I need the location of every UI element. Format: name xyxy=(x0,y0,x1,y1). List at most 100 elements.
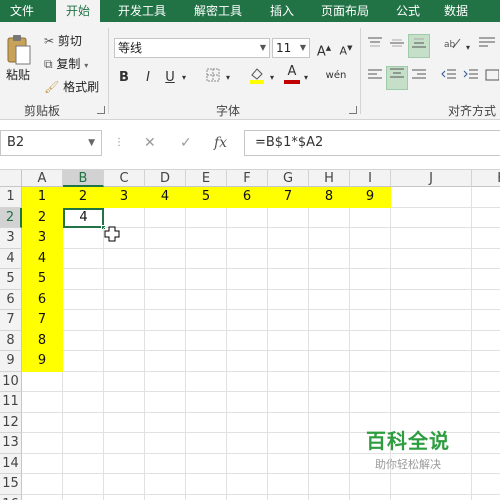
cell-k11[interactable] xyxy=(472,392,500,413)
cell-g15[interactable] xyxy=(268,474,309,495)
cell-b9[interactable] xyxy=(63,351,104,372)
shrink-font-button[interactable]: A▼ xyxy=(338,38,354,58)
cell-g4[interactable] xyxy=(268,248,309,269)
cell-d11[interactable] xyxy=(145,392,186,413)
cell-g8[interactable] xyxy=(268,330,309,351)
cell-j2[interactable] xyxy=(391,207,472,228)
cell-e6[interactable] xyxy=(186,289,227,310)
font-color-icon[interactable]: A xyxy=(284,64,300,84)
cell-h8[interactable] xyxy=(309,330,350,351)
cell-k15[interactable] xyxy=(472,474,500,495)
merge-center-icon[interactable] xyxy=(484,68,500,88)
cell-i1[interactable]: 9 xyxy=(350,187,391,208)
cell-f14[interactable] xyxy=(227,453,268,474)
row-header-5[interactable]: 5 xyxy=(0,269,22,290)
paste-icon[interactable] xyxy=(6,34,32,66)
formula-input[interactable]: =B$1*$A2 xyxy=(244,130,500,156)
cell-a3[interactable]: 3 xyxy=(22,228,63,249)
select-all-corner[interactable] xyxy=(0,170,22,187)
active-cell[interactable]: 4 xyxy=(63,207,104,228)
cell-j9[interactable] xyxy=(391,351,472,372)
row-header-14[interactable]: 14 xyxy=(0,453,22,474)
cell-j8[interactable] xyxy=(391,330,472,351)
cell-f1[interactable]: 6 xyxy=(227,187,268,208)
column-header-j[interactable]: J xyxy=(391,170,472,187)
column-header-a[interactable]: A xyxy=(22,170,63,187)
cell-g7[interactable] xyxy=(268,310,309,331)
cell-h13[interactable] xyxy=(309,433,350,454)
cell-a15[interactable] xyxy=(22,474,63,495)
align-right-icon[interactable] xyxy=(410,68,428,88)
column-header-f[interactable]: F xyxy=(227,170,268,187)
cell-b14[interactable] xyxy=(63,453,104,474)
cell-g13[interactable] xyxy=(268,433,309,454)
cell-g9[interactable] xyxy=(268,351,309,372)
cell-a9[interactable]: 9 xyxy=(22,351,63,372)
cell-j6[interactable] xyxy=(391,289,472,310)
cell-f2[interactable] xyxy=(227,207,268,228)
borders-icon[interactable] xyxy=(204,68,222,88)
cell-f13[interactable] xyxy=(227,433,268,454)
cell-i4[interactable] xyxy=(350,248,391,269)
cell-h4[interactable] xyxy=(309,248,350,269)
cell-d1[interactable]: 4 xyxy=(145,187,186,208)
column-header-g[interactable]: G xyxy=(268,170,309,187)
cell-j5[interactable] xyxy=(391,269,472,290)
cell-d2[interactable] xyxy=(145,207,186,228)
cell-b15[interactable] xyxy=(63,474,104,495)
cell-d16[interactable] xyxy=(145,494,186,500)
cell-b5[interactable] xyxy=(63,269,104,290)
cell-i7[interactable] xyxy=(350,310,391,331)
cell-d12[interactable] xyxy=(145,412,186,433)
paste-button[interactable]: 粘贴 xyxy=(6,66,30,83)
row-header-9[interactable]: 9 xyxy=(0,351,22,372)
column-header-i[interactable]: I xyxy=(350,170,391,187)
cell-e9[interactable] xyxy=(186,351,227,372)
cell-j15[interactable] xyxy=(391,474,472,495)
cell-c12[interactable] xyxy=(104,412,145,433)
chevron-down-icon[interactable]: ▾ xyxy=(302,68,310,88)
cell-h5[interactable] xyxy=(309,269,350,290)
cell-a12[interactable] xyxy=(22,412,63,433)
cell-k1[interactable] xyxy=(472,187,500,208)
cell-i2[interactable] xyxy=(350,207,391,228)
cell-f5[interactable] xyxy=(227,269,268,290)
column-header-b[interactable]: B xyxy=(63,170,104,187)
cell-k4[interactable] xyxy=(472,249,500,269)
row-header-11[interactable]: 11 xyxy=(0,392,22,413)
font-size-select[interactable]: 11 ▼ xyxy=(272,38,310,58)
cell-k9[interactable] xyxy=(472,351,500,372)
name-box[interactable]: B2 ▼ xyxy=(0,130,102,156)
cell-e3[interactable] xyxy=(186,228,227,249)
cell-c13[interactable] xyxy=(104,433,145,454)
font-launcher-icon[interactable] xyxy=(349,106,357,114)
cell-j1[interactable] xyxy=(391,187,472,208)
tab-data[interactable]: 数据 xyxy=(436,0,476,22)
cell-f15[interactable] xyxy=(227,474,268,495)
cell-a1[interactable]: 1 xyxy=(22,187,63,208)
cell-e11[interactable] xyxy=(186,392,227,413)
cell-e2[interactable] xyxy=(186,207,227,228)
cell-f6[interactable] xyxy=(227,289,268,310)
cell-j3[interactable] xyxy=(391,228,472,249)
cell-h1[interactable]: 8 xyxy=(309,187,350,208)
grow-font-button[interactable]: A▲ xyxy=(316,38,332,59)
align-top-icon[interactable] xyxy=(366,36,384,56)
cell-h3[interactable] xyxy=(309,228,350,249)
cell-a4[interactable]: 4 xyxy=(22,248,63,269)
align-bottom-icon[interactable] xyxy=(408,34,430,58)
tab-decrypt[interactable]: 解密工具 xyxy=(184,0,252,22)
row-header-12[interactable]: 12 xyxy=(0,412,22,433)
cell-b10[interactable] xyxy=(63,371,104,392)
cell-h10[interactable] xyxy=(309,371,350,392)
cell-k12[interactable] xyxy=(472,413,500,433)
row-header-2[interactable]: 2 xyxy=(0,207,22,228)
orientation-icon[interactable]: ab xyxy=(442,36,462,56)
cell-d5[interactable] xyxy=(145,269,186,290)
cell-e1[interactable]: 5 xyxy=(186,187,227,208)
cell-f7[interactable] xyxy=(227,310,268,331)
tab-developer[interactable]: 开发工具 xyxy=(108,0,176,22)
cell-c2[interactable] xyxy=(104,207,145,228)
cell-e7[interactable] xyxy=(186,310,227,331)
increase-indent-icon[interactable] xyxy=(462,68,480,88)
